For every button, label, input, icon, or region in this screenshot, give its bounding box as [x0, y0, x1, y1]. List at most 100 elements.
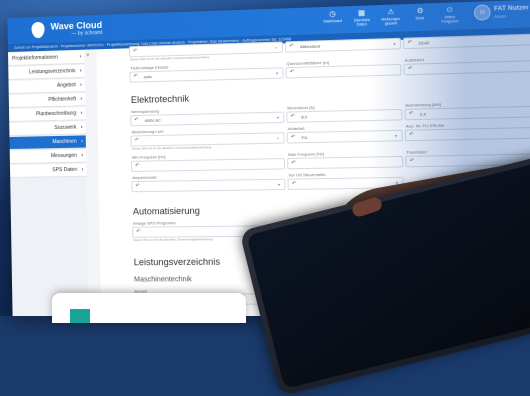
overview-icon: ▦ [358, 9, 365, 19]
user-role: Admin [494, 12, 529, 18]
undo-icon[interactable]: ↶ [409, 131, 414, 141]
undo-icon[interactable]: ↶ [410, 157, 415, 167]
chevron-right-icon: › [80, 107, 82, 119]
undo-icon[interactable]: ↶ [133, 72, 137, 81]
sidebar-item-label: Leistungsverzeichnis [29, 68, 76, 75]
undo-icon[interactable]: ↶ [291, 112, 296, 121]
dropdown-icon[interactable]: ▾ [393, 39, 395, 48]
sidebar-item-label: SPS Daten [52, 167, 77, 173]
undo-icon[interactable]: ↶ [136, 228, 140, 237]
field-label: Nennstrom [A] [287, 105, 314, 111]
overview-button[interactable]: ▦ Übersicht Daten [352, 8, 372, 26]
section-subtitle-maschinen: Maschinentechnik [134, 276, 192, 283]
water-drop-icon [31, 22, 44, 38]
sidebar: Projektinformationen › Leistungsverzeichni… [8, 50, 89, 316]
chevron-right-icon: › [81, 164, 83, 176]
field-minfreq[interactable]: ↶ [131, 158, 285, 172]
undo-icon[interactable]: ↶ [289, 42, 294, 51]
toggle-icon[interactable]: ◐ [275, 43, 278, 52]
sidebar-item[interactable]: Angebot › [9, 79, 85, 94]
sidebar-item[interactable]: Messungen › [10, 150, 86, 164]
undo-icon[interactable]: ↶ [291, 133, 296, 142]
field-value: 2,4 [420, 109, 426, 119]
chevron-right-icon: › [80, 79, 82, 91]
header-icon-label: Meldungen gesamt [381, 17, 401, 26]
field-value: 400V AC [144, 116, 160, 126]
field-label: Nennleistung [kW] [405, 102, 441, 108]
dropdown-icon[interactable]: ▾ [278, 180, 280, 189]
sidebar-item[interactable]: Planbeschreibung › [9, 107, 85, 122]
field-anzfu[interactable]: ↶ ✎ [405, 127, 530, 142]
sidebar-item[interactable]: Maschinen › [9, 135, 85, 150]
sidebar-item[interactable]: Sozuwerk › [9, 121, 85, 136]
field-value: sofa [144, 72, 152, 81]
chevron-right-icon: › [80, 93, 82, 105]
settings-button[interactable]: ⚙ Einst. [410, 6, 430, 20]
field-amperemeter[interactable]: ↶ ▾ [131, 179, 285, 193]
chevron-right-icon: › [80, 51, 82, 63]
undo-icon[interactable]: ↶ [135, 136, 139, 145]
brand-subtitle: — by schraml [45, 29, 103, 37]
field-label: Tiefenanlage Einsatz [130, 64, 168, 70]
header-icon-label: Dashboard [324, 19, 342, 24]
sidebar-toggle-icon[interactable]: ≡ [86, 53, 89, 59]
dashboard-icon: ◷ [329, 10, 336, 20]
header-icon-label: Übersicht Daten [352, 18, 372, 27]
sidebar-item-label: Angebot [57, 82, 76, 89]
sidebar-item[interactable]: Projektinformationen › [8, 51, 84, 66]
undo-icon[interactable]: ↶ [407, 38, 412, 48]
chevron-right-icon: › [81, 150, 83, 162]
field-label: Anlaufart [288, 126, 305, 132]
field-label: Anlage SPS Programm [133, 220, 176, 226]
user-menu[interactable]: INFAT NutzerAdmin≡ [474, 3, 530, 21]
header-icon-label: Offline Freigeben [440, 15, 460, 24]
field-nennleistung[interactable]: ↶ 2,4 [404, 105, 530, 120]
field-top-mid[interactable]: ↶ Altbestand ▾ [285, 38, 401, 53]
dropdown-icon[interactable]: ▾ [276, 68, 278, 77]
undo-icon[interactable]: ↶ [408, 65, 413, 75]
field-label: Min Frequenz [Hz] [132, 154, 166, 160]
messages-icon: ⚠ [387, 8, 394, 18]
undo-icon[interactable]: ↶ [290, 68, 295, 77]
field-label: Vor Ort Steuerstelle [288, 172, 325, 178]
field-anlaufart[interactable]: ↶ FU ▾ [287, 130, 403, 144]
overlay-card [52, 293, 246, 323]
field-querschnitt[interactable]: ↶ [285, 64, 401, 79]
section-title-lv: Leistungsverzeichnis [134, 257, 221, 268]
avatar: IN [474, 4, 491, 20]
field-hint: Dieser Wert ist für die aktuellen Generi… [132, 145, 211, 151]
dropdown-icon[interactable]: ▾ [395, 131, 397, 140]
undo-icon[interactable]: ↶ [291, 159, 296, 168]
field-nennspannung[interactable]: ↶ 400V AC ▾ [130, 112, 284, 127]
lock-icon: ⊙ [446, 6, 453, 16]
field-label: Thermistor [406, 149, 427, 155]
messages-button[interactable]: ⚠ Meldungen gesamt [381, 7, 401, 25]
section-title-elektro: Elektrotechnik [131, 93, 189, 105]
sidebar-item-label: Pflichtenheft [48, 96, 76, 103]
toggle-icon[interactable]: ◐ [277, 133, 280, 142]
lock-button[interactable]: ⊙ Offline Freigeben [440, 5, 460, 24]
field-nennstrom[interactable]: ↶ 8,2 [286, 109, 402, 123]
field-label: Max Frequenz [Hz] [288, 151, 324, 157]
field-value: 23,42 [418, 38, 429, 48]
undo-icon[interactable]: ↶ [134, 116, 138, 125]
section-title-auto: Automatisierung [133, 206, 200, 217]
sidebar-item-label: Projektinformationen [12, 55, 58, 62]
dropdown-icon[interactable]: ▾ [277, 113, 279, 122]
sidebar-item-label: Maschinen [52, 139, 76, 146]
sidebar-item[interactable]: Pflichtenheft › [9, 93, 85, 108]
undo-icon[interactable]: ↶ [135, 162, 139, 171]
dashboard-button[interactable]: ◷ Dashboard [323, 9, 343, 23]
undo-icon[interactable]: ↶ [409, 110, 414, 120]
field-value: Altbestand [300, 41, 320, 51]
undo-icon[interactable]: ↶ [135, 182, 139, 191]
sidebar-item[interactable]: SPS Daten › [10, 164, 86, 178]
teal-block [70, 309, 90, 323]
undo-icon[interactable]: ↶ [292, 180, 297, 189]
field-maxfreq[interactable]: ↶ [287, 156, 403, 169]
settings-icon: ⚙ [417, 7, 424, 17]
sidebar-item-label: Messungen [51, 153, 77, 160]
undo-icon[interactable]: ↶ [133, 47, 137, 56]
brand-logo[interactable]: Wave Cloud — by schraml [31, 20, 102, 38]
sidebar-item[interactable]: Leistungsverzeichnis › [8, 65, 84, 80]
